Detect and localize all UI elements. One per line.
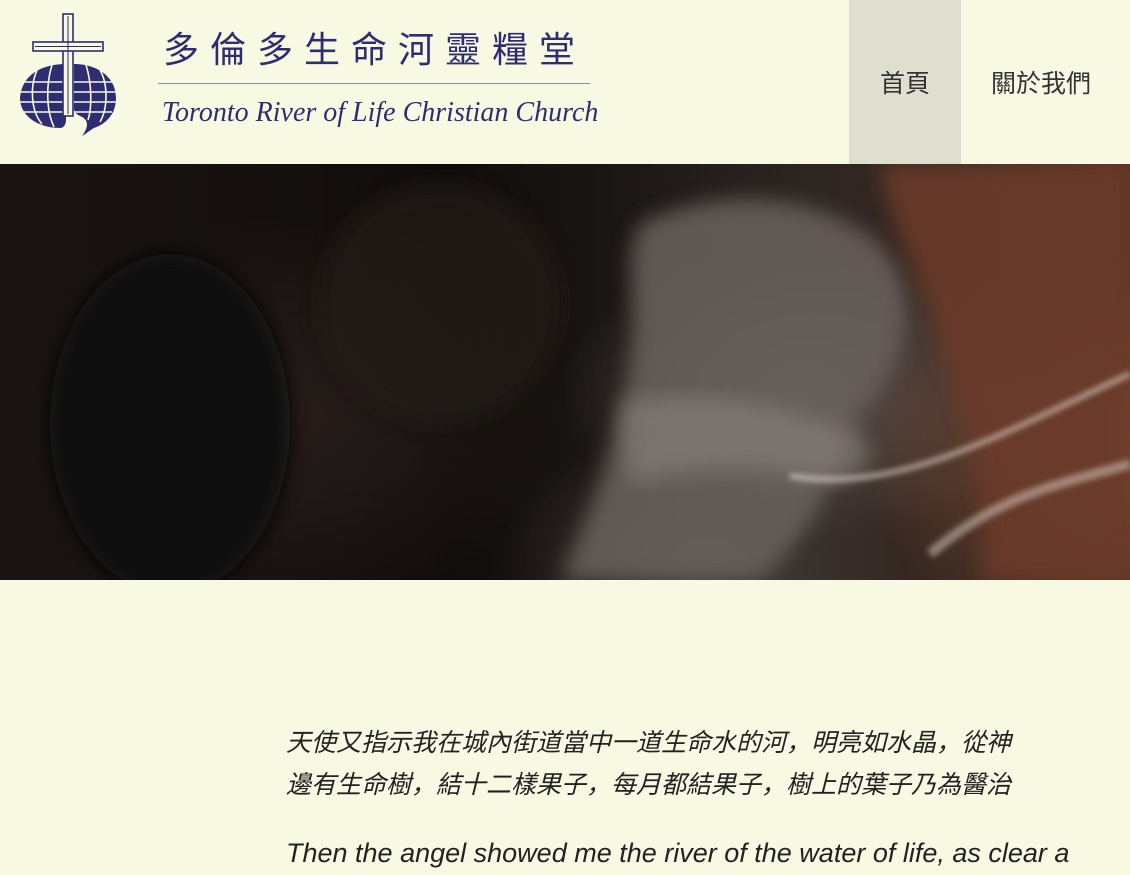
nav-item-home[interactable]: 首頁 [849, 0, 961, 164]
verse-chinese-line-1: 天使又指示我在城內街道當中一道生命水的河，明亮如水晶，從神 [286, 728, 1012, 757]
verse-chinese-line-2: 邊有生命樹，結十二樣果子，每月都結果子，樹上的葉子乃為醫治 [286, 770, 1012, 799]
brand-divider [158, 83, 590, 84]
nav-item-about-us[interactable]: 關於我們 [961, 0, 1130, 164]
scripture-verse: 天使又指示我在城內街道當中一道生命水的河，明亮如水晶，從神 邊有生命樹，結十二樣… [286, 722, 1130, 870]
verse-english-line-1: Then the angel showed me the river of th… [286, 838, 1070, 868]
brand-name-english[interactable]: Toronto River of Life Christian Church [162, 94, 598, 132]
site-header: 多倫多生命河靈糧堂 Toronto River of Life Christia… [0, 0, 1130, 164]
hero-banner-image [0, 164, 1130, 580]
main-nav: 首頁 關於我們 [849, 0, 1130, 164]
hero-photo-overlay [50, 164, 1130, 580]
brand-name-chinese[interactable]: 多倫多生命河靈糧堂 [163, 28, 586, 74]
church-cross-globe-icon[interactable] [16, 12, 120, 138]
